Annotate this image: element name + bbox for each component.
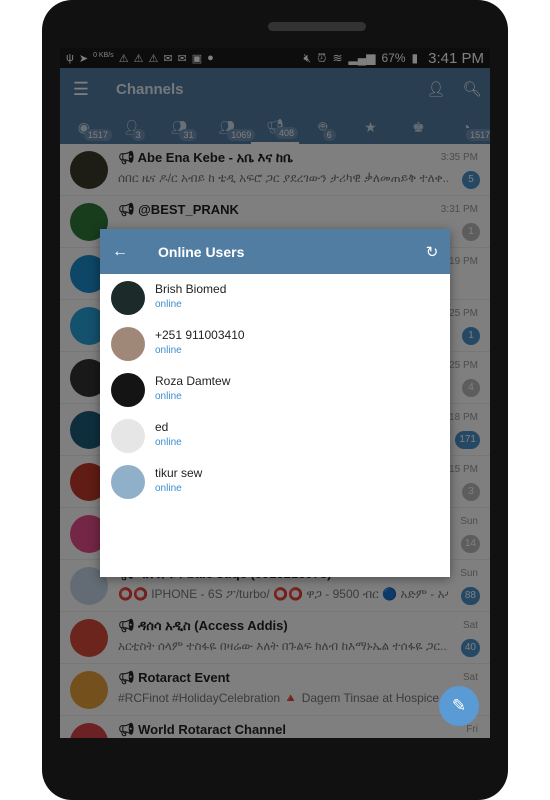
avatar [111, 465, 145, 499]
online-users-list: Brish Biomed online +251 911003410 online Ro… [100, 274, 450, 504]
online-user-row[interactable]: Brish Biomed online [100, 274, 450, 320]
avatar [111, 281, 145, 315]
user-name: ed [155, 420, 169, 434]
user-name: Brish Biomed [155, 282, 227, 296]
dialog-header: ← Online Users ↻ [100, 229, 450, 274]
user-status: online [155, 391, 182, 402]
user-status: online [155, 345, 182, 356]
online-user-row[interactable]: ed online [100, 412, 450, 458]
user-name: Roza Damtew [155, 374, 231, 388]
online-user-row[interactable]: +251 911003410 online [100, 320, 450, 366]
dialog-title: Online Users [158, 243, 245, 260]
refresh-icon[interactable]: ↻ [414, 229, 450, 274]
back-arrow-icon[interactable]: ← [100, 229, 140, 274]
avatar [111, 419, 145, 453]
online-users-dialog: ← Online Users ↻ Brish Biomed online +251 … [100, 229, 450, 577]
pencil-icon: ✎ [451, 696, 467, 715]
user-status: online [155, 483, 182, 494]
compose-button[interactable]: ✎ [439, 686, 479, 726]
user-status: online [155, 437, 182, 448]
user-name: tikur sew [155, 466, 203, 480]
avatar [111, 327, 145, 361]
speaker-grille [268, 22, 366, 31]
user-name: +251 911003410 [155, 328, 245, 342]
online-user-row[interactable]: tikur sew online [100, 458, 450, 504]
screen: ψ ➤ 0 KB/s ⚠ ⚠ ⚠ ✉ ✉ ▣ ● 🔇︎ ⏰︎ ≋ ▂▄▆ 67%… [60, 48, 490, 738]
avatar [111, 373, 145, 407]
user-status: online [155, 299, 182, 310]
online-user-row[interactable]: Roza Damtew online [100, 366, 450, 412]
